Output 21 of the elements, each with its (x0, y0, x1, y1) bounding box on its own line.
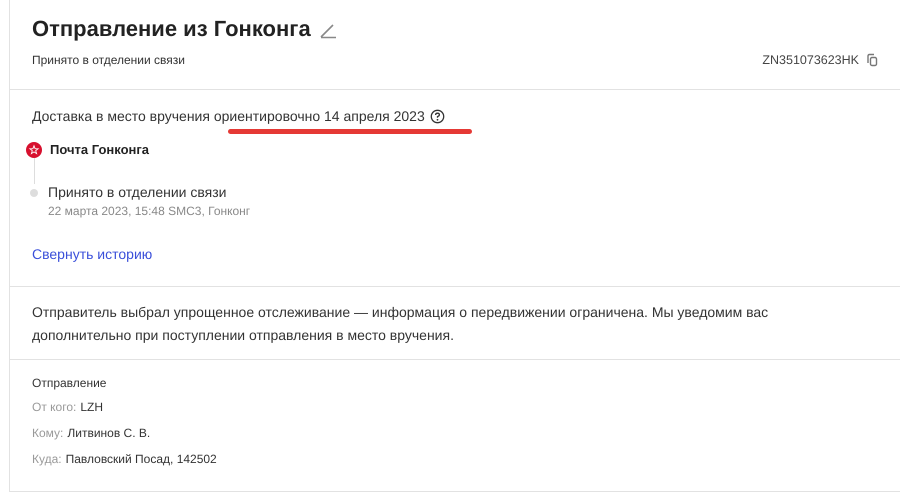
star-badge-icon (26, 142, 42, 158)
event-details: 22 марта 2023, 15:48 SMC3, Гонконг (48, 204, 250, 218)
help-icon[interactable] (430, 108, 445, 124)
shipment-heading: Отправление (32, 376, 108, 390)
detail-value: Литвинов С. В. (67, 426, 150, 442)
collapse-history-link[interactable]: Свернуть историю (32, 246, 152, 262)
detail-value: LZH (80, 400, 104, 416)
detail-label: Куда: (32, 452, 62, 468)
detail-label: От кого: (32, 400, 76, 416)
postal-operator: Почта Гонконга (50, 142, 150, 158)
copy-icon[interactable] (865, 53, 878, 67)
detail-label: Кому: (32, 426, 64, 442)
status-text: Принято в отделении связи (32, 53, 185, 67)
tracking-notice: Отправитель выбрал упрощенное отслеживание — информация о передвижении ограничена. Мы уведомим вас дополнительно при поступлении отправления в место вручения. (32, 303, 770, 345)
pencil-icon[interactable] (318, 23, 337, 39)
timeline-dot (30, 189, 38, 197)
event-title: Принято в отделении связи (48, 184, 228, 200)
shipment-title: Отправление из Гонконга (32, 15, 311, 43)
delivery-estimate: Доставка в место вручения ориентировочно 14 апреля 2023 (32, 108, 425, 124)
tracking-number: ZN351073623HK (762, 53, 859, 67)
detail-value: Павловский Посад, 142502 (66, 452, 217, 468)
